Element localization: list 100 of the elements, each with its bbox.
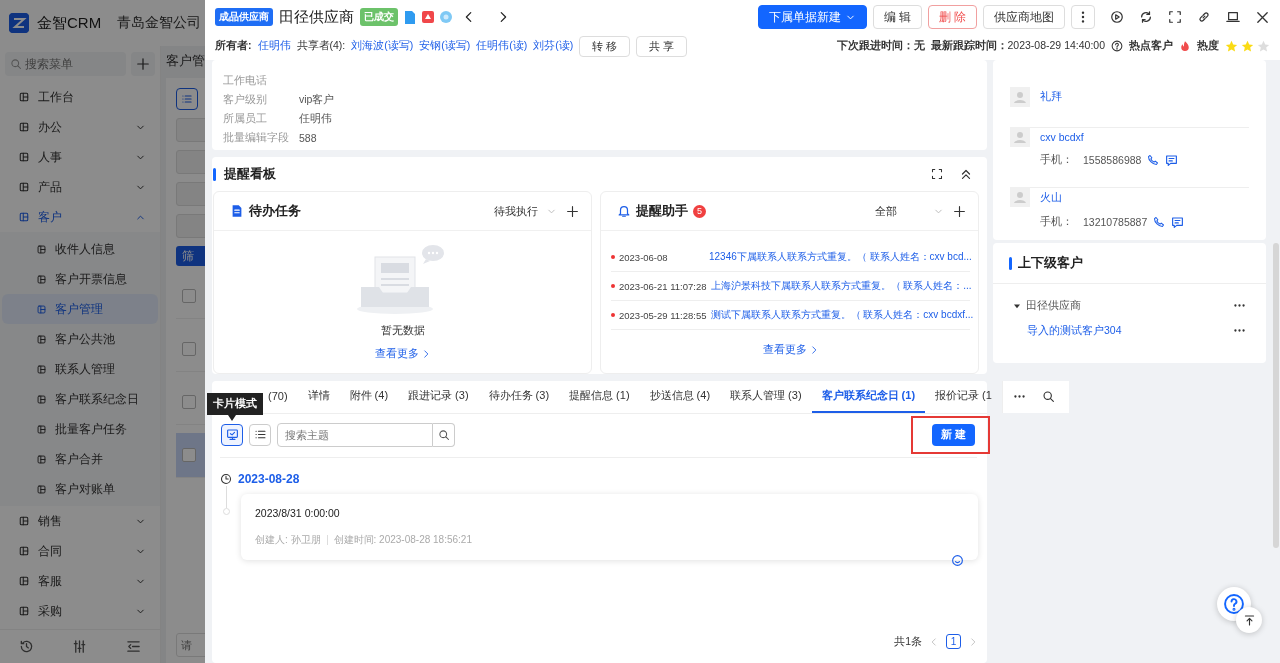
tab[interactable]: 联系人管理 (3) [720, 380, 812, 413]
phone-icon[interactable] [1153, 216, 1166, 228]
message-icon[interactable] [1171, 215, 1185, 229]
action-button[interactable]: 删 除 [927, 5, 977, 29]
search-icon[interactable] [1041, 390, 1055, 404]
fullscreen-icon[interactable] [1168, 10, 1182, 24]
phone-icon[interactable] [1147, 154, 1160, 166]
refresh-icon[interactable] [1139, 10, 1153, 24]
sharer-link[interactable]: 刘海波(读写) [351, 39, 414, 53]
submenu-item[interactable]: 联系人管理 [2, 354, 158, 384]
filter-button[interactable]: 筛 [176, 246, 205, 266]
collapse-icon[interactable] [125, 639, 141, 654]
fullscreen-icon[interactable] [931, 168, 943, 181]
panel-icon [36, 423, 47, 435]
reminder-link[interactable]: 测试下属联系人联系方式重复。（ 联系人姓名：cxv bcdxf... [710, 308, 974, 323]
card-title: 待办任务 [249, 202, 301, 221]
phone-label: 手机： [1040, 153, 1074, 167]
search-button[interactable] [433, 422, 455, 447]
sharer-link[interactable]: 安钢(读写) [419, 39, 471, 53]
submenu-item[interactable]: 客户合并 [2, 444, 158, 474]
plus-icon[interactable] [566, 204, 579, 218]
search-field[interactable]: 搜索菜单 [5, 52, 126, 76]
action-button[interactable]: 编 辑 [872, 5, 922, 29]
phone-number: 13210785887 [1083, 216, 1148, 228]
menu-item[interactable]: 采购 [0, 596, 160, 626]
view-more-link[interactable]: 查看更多 [374, 346, 431, 362]
menu-item[interactable]: 客户 [0, 202, 160, 232]
list-view-button[interactable] [176, 88, 198, 110]
menu-item[interactable]: 客服 [0, 566, 160, 596]
view-more-link[interactable]: 查看更多 [762, 342, 819, 358]
add-button[interactable] [131, 52, 155, 76]
link-icon[interactable] [1197, 10, 1211, 24]
field-value: 588 [299, 131, 317, 144]
contact-name[interactable]: 礼拜 [1040, 90, 1062, 104]
panel-icon [18, 121, 30, 133]
clock-icon [220, 472, 232, 485]
contact-name[interactable]: 火山 [1040, 191, 1185, 205]
reminder-link[interactable]: 12346下属联系人联系方式重复。（ 联系人姓名：cxv bcd... [709, 250, 972, 265]
reminder-link[interactable]: 上海沪景科技下属联系人联系方式重复。（ 联系人姓名：... [710, 279, 972, 294]
tab[interactable]: 抄送信息 (4) [639, 380, 721, 413]
submenu-item[interactable]: 客户联系纪念日 [2, 384, 158, 414]
tab[interactable]: 客户联系纪念日 (1) [811, 380, 926, 413]
input-field[interactable]: 请 [176, 633, 205, 657]
filter-dropdown[interactable]: 全部 [875, 203, 944, 219]
tab[interactable]: 提醒信息 (1) [559, 380, 640, 413]
tree-item[interactable]: 田径供应商 [1026, 298, 1230, 313]
sharer-link[interactable]: 任明伟(读) [476, 39, 528, 53]
panel-icon [36, 273, 47, 285]
search-field[interactable]: 搜索主题 [277, 422, 433, 447]
submenu-item[interactable]: 收件人信息 [2, 234, 158, 264]
menu-item[interactable]: 办公 [0, 112, 160, 142]
document-icon[interactable] [404, 10, 416, 24]
share-action-button[interactable]: 转 移 [579, 35, 631, 57]
menu-item[interactable]: 销售 [0, 506, 160, 536]
page-button[interactable]: 1 [946, 634, 961, 649]
submenu-item[interactable]: 客户对账单 [2, 474, 158, 504]
submenu-item[interactable]: 客户开票信息 [2, 264, 158, 294]
more-button[interactable] [1071, 5, 1095, 29]
laptop-icon[interactable] [1226, 10, 1240, 24]
action-button[interactable]: 供应商地图 [983, 5, 1065, 29]
smiley-icon[interactable] [951, 553, 964, 567]
action-button[interactable]: 下属单据新建 [757, 5, 867, 29]
menu-item[interactable]: 合同 [0, 536, 160, 566]
tab[interactable]: 跟进记录 (3) [398, 380, 479, 413]
submenu-item[interactable]: 批量客户任务 [2, 414, 158, 444]
close-icon[interactable] [1255, 9, 1270, 25]
contact-name[interactable]: cxv bcdxf [1040, 131, 1179, 143]
tooltip: 卡片模式 [207, 392, 263, 421]
message-icon[interactable] [1165, 153, 1179, 167]
menu-item[interactable]: 人事 [0, 142, 160, 172]
play-icon[interactable] [1110, 10, 1124, 24]
tab[interactable]: 详情 [297, 380, 340, 413]
plus-icon[interactable] [953, 204, 966, 218]
tab[interactable]: 待办任务 (3) [478, 380, 560, 413]
warning-icon[interactable] [422, 11, 434, 23]
menu-item[interactable]: 产品 [0, 172, 160, 202]
tab[interactable]: 附件 (4) [339, 380, 399, 413]
filter-dropdown[interactable]: 待我执行 [494, 203, 557, 219]
checkbox[interactable] [182, 448, 196, 462]
collapse-up-icon[interactable] [959, 167, 973, 182]
menu-item[interactable]: 工作台 [0, 82, 160, 112]
sharer-link[interactable]: 刘芬(读) [533, 39, 574, 53]
submenu-item[interactable]: 客户公共池 [2, 324, 158, 354]
checkbox[interactable] [182, 395, 196, 409]
checkbox[interactable] [182, 289, 196, 303]
total-count: 共1条 [894, 634, 922, 649]
card-view-button[interactable] [221, 423, 243, 446]
section-title: 上下级客户 [1018, 254, 1083, 272]
scrollbar[interactable] [1273, 243, 1279, 548]
share-action-button[interactable]: 共 享 [636, 35, 688, 57]
checkbox[interactable] [182, 342, 196, 356]
submenu-item[interactable]: 客户管理 [2, 294, 158, 324]
owner-link[interactable]: 任明伟 [257, 39, 291, 53]
tree-link[interactable]: 导入的测试客户304 [1011, 323, 1230, 338]
panel-icon [36, 333, 47, 345]
sliders-icon[interactable] [72, 639, 88, 654]
tab[interactable]: 报价记录 (1 [925, 380, 1002, 413]
history-icon[interactable] [19, 639, 35, 654]
new-button[interactable]: 新 建 [931, 423, 975, 446]
star-icon [1257, 39, 1270, 53]
